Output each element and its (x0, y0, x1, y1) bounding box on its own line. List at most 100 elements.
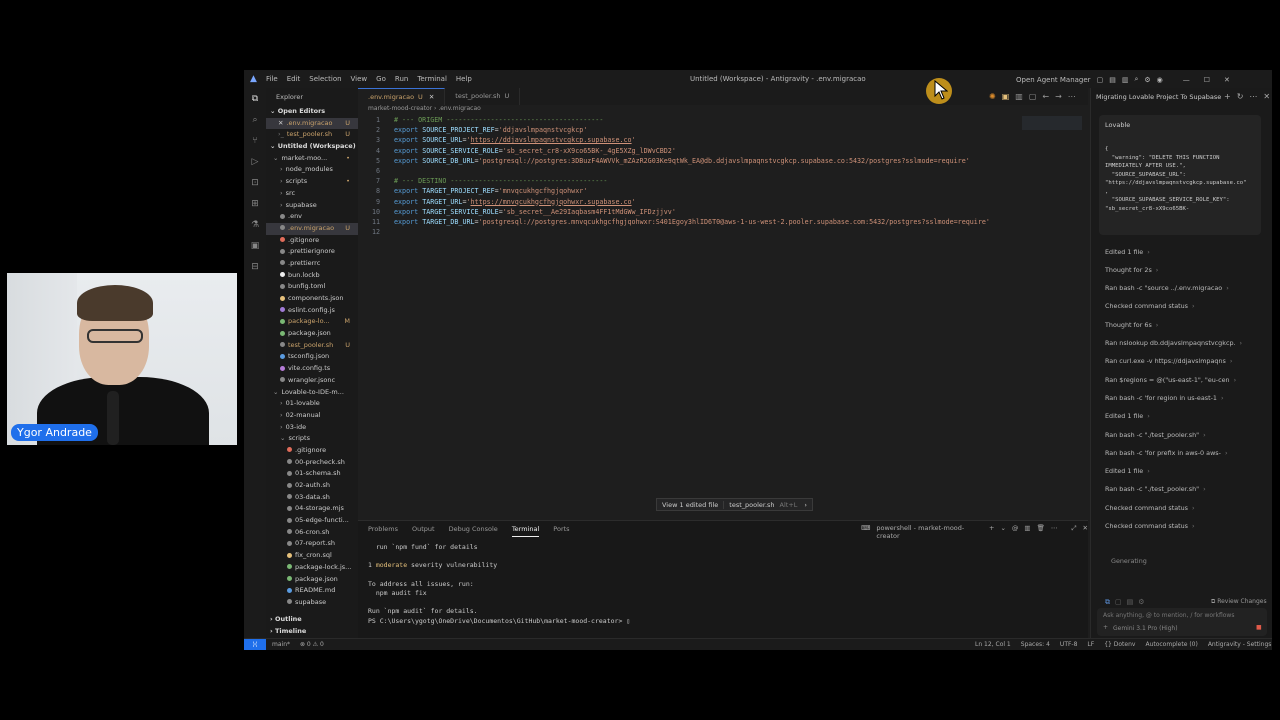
settings-icon[interactable]: ⚙ (1138, 598, 1144, 607)
layout-icon[interactable]: ▢ (1097, 76, 1104, 84)
model-selector[interactable]: Gemini 3.1 Pro (High) (1113, 625, 1178, 632)
tree-item[interactable]: README.md (266, 585, 358, 597)
maximize-panel-icon[interactable]: ⤢ (1071, 524, 1076, 540)
remote-indicator-icon[interactable]: ⟩⟨ (244, 638, 266, 650)
settings-gear-icon[interactable]: ⚙ (1144, 76, 1150, 84)
status-item[interactable]: Spaces: 4 (1021, 641, 1050, 648)
minimize-icon[interactable]: — (1183, 76, 1190, 84)
tree-item[interactable]: 03-data.sh (266, 492, 358, 504)
tree-item[interactable]: package.json (266, 328, 358, 340)
code-line[interactable]: 7 # --- DESTINO -------------------------… (358, 176, 1088, 186)
outline-section[interactable]: › Outline (266, 614, 358, 626)
more-icon[interactable]: ⋯ (1051, 524, 1058, 540)
mention-file-icon[interactable]: ▤ (1127, 598, 1134, 607)
new-chat-icon[interactable]: + (1224, 92, 1231, 101)
account-icon[interactable]: ◉ (1157, 76, 1163, 84)
status-item[interactable]: UTF-8 (1060, 641, 1078, 648)
code-line[interactable]: 4 export SOURCE_SERVICE_ROLE='sb_secret_c… (358, 146, 1088, 156)
status-item[interactable]: Autocomplete (0) (1145, 641, 1197, 648)
open-editors-section[interactable]: ⌄ Open Editors (266, 106, 358, 118)
agent-step[interactable]: Edited 1 file › (1105, 248, 1150, 256)
forward-icon[interactable]: → (1055, 92, 1062, 101)
run-debug-icon[interactable]: ▷ (252, 157, 259, 167)
status-item[interactable]: {} Dotenv (1104, 641, 1135, 648)
panel-toggle-icon[interactable]: ▤ (1109, 76, 1116, 84)
editor-tab[interactable]: .env.migracao U ✕ (358, 88, 446, 105)
timeline-section[interactable]: › Timeline (266, 626, 358, 638)
code-line[interactable]: 5 export SOURCE_DB_URL='postgresql://post… (358, 156, 1088, 166)
terminal-view-icon[interactable]: ⊟ (251, 262, 259, 272)
panel-tab-ports[interactable]: Ports (553, 521, 569, 537)
close-tab-icon[interactable]: ✕ (429, 93, 434, 101)
agent-step[interactable]: Checked command status › (1105, 504, 1195, 512)
panel-tab-problems[interactable]: Problems (368, 521, 398, 537)
tree-item[interactable]: .prettierrc (266, 258, 358, 270)
trash-icon[interactable]: 🗑 (1037, 524, 1045, 540)
search-icon[interactable]: ⌕ (1134, 75, 1138, 84)
tree-item[interactable]: 06-cron.sh (266, 527, 358, 539)
tree-item[interactable]: ⌄ scripts (266, 433, 358, 445)
code-line[interactable]: 2 export SOURCE_PROJECT_REF='ddjavslmpaqn… (358, 125, 1088, 135)
tree-item[interactable]: .prettierignore (266, 246, 358, 258)
tree-item[interactable]: bun.lockb (266, 270, 358, 282)
agent-step[interactable]: Thought for 6s › (1105, 321, 1158, 329)
tree-item[interactable]: package.json (266, 574, 358, 586)
status-item[interactable]: Antigravity - Settings (1208, 641, 1272, 648)
agent-step[interactable]: Ran bash -c "./test_pooler.sh" › (1105, 485, 1206, 493)
panel-tab-terminal[interactable]: Terminal (511, 521, 540, 537)
menu-item-run[interactable]: Run (395, 75, 408, 83)
extensions-icon[interactable]: ⊞ (251, 199, 259, 209)
tree-item[interactable]: ⌄ Lovable-to-IDE-m... (266, 387, 358, 399)
menu-item-edit[interactable]: Edit (287, 75, 301, 83)
tree-item[interactable]: › 01-lovable (266, 398, 358, 410)
testing-icon[interactable]: ⚗ (251, 220, 259, 230)
tree-item[interactable]: .env (266, 211, 358, 223)
minimap[interactable] (1022, 116, 1082, 130)
agent-step[interactable]: Ran bash -c "source ../.env.migracao › (1105, 284, 1229, 292)
branch-indicator[interactable]: main* (272, 641, 290, 648)
code-line[interactable]: 1 # --- ORIGEM --------------------------… (358, 115, 1088, 125)
agent-step[interactable]: Ran $regions = @("us-east-1", "eu-cen › (1105, 376, 1236, 384)
tree-item[interactable]: 00-precheck.sh (266, 457, 358, 469)
breadcrumb[interactable]: market-mood-creator › .env.migracao (368, 105, 481, 112)
tree-item[interactable]: test_pooler.sh U (266, 340, 358, 352)
menu-item-help[interactable]: Help (456, 75, 472, 83)
code-line[interactable]: 11 export TARGET_DB_URL='postgresql://pos… (358, 217, 1088, 227)
agent-step[interactable]: Ran bash -c 'for prefix in aws-0 aws- › (1105, 449, 1228, 457)
open-editor-item[interactable]: ✕ .env.migracao U (266, 117, 358, 130)
problems-indicator[interactable]: ⊗ 0 ⚠ 0 (300, 641, 324, 648)
split-terminal-icon[interactable]: ▥ (1024, 524, 1030, 540)
tree-item[interactable]: 05-edge-functi... (266, 515, 358, 527)
tree-item[interactable]: .gitignore (266, 235, 358, 247)
tree-item[interactable]: components.json (266, 293, 358, 305)
agent-step[interactable]: Checked command status › (1105, 522, 1195, 530)
tree-item[interactable]: 04-storage.mjs (266, 503, 358, 515)
tree-item[interactable]: wrangler.jsonc (266, 375, 358, 387)
chevron-right-icon[interactable]: › (799, 501, 812, 509)
tree-item[interactable]: › src (266, 188, 358, 200)
tree-item[interactable]: .env.migracao U (266, 222, 358, 235)
code-line[interactable]: 8 export TARGET_PROJECT_REF='mnvqcukhgcfh… (358, 186, 1088, 196)
tree-item[interactable]: 07-report.sh (266, 538, 358, 550)
code-line[interactable]: 10 export TARGET_SERVICE_ROLE='sb_secret_… (358, 207, 1088, 217)
plus-icon[interactable]: + (1103, 624, 1108, 631)
workspace-section[interactable]: ⌄ Untitled (Workspace) (266, 141, 358, 153)
menu-item-go[interactable]: Go (376, 75, 386, 83)
image-icon[interactable]: ▢ (1115, 598, 1122, 607)
tree-item[interactable]: fix_cron.sql (266, 550, 358, 562)
panel-tab-output[interactable]: Output (412, 521, 435, 537)
agent-step[interactable]: Edited 1 file › (1105, 467, 1150, 475)
close-panel-icon[interactable]: ✕ (1083, 524, 1088, 540)
split-editor-icon[interactable]: ▥ (1015, 92, 1023, 101)
stop-icon[interactable]: ■ (1256, 624, 1262, 631)
mention-icon[interactable]: @ (1012, 524, 1019, 540)
terminal-output[interactable]: run `npm fund` for details 1 moderate sev… (358, 537, 1088, 626)
tree-item[interactable]: › 02-manual (266, 410, 358, 422)
menu-item-selection[interactable]: Selection (309, 75, 341, 83)
agent-step[interactable]: Thought for 2s › (1105, 266, 1158, 274)
remote-explorer-icon[interactable]: ⊡ (251, 178, 259, 188)
tree-item[interactable]: ⌄ market-moo... • (266, 153, 358, 165)
docker-icon[interactable]: ▣ (251, 241, 260, 251)
yellow-action-icon[interactable]: ▣ (1002, 92, 1010, 101)
code-line[interactable]: 9 export TARGET_URL='https://mnvqcukhgcfh… (358, 197, 1088, 207)
